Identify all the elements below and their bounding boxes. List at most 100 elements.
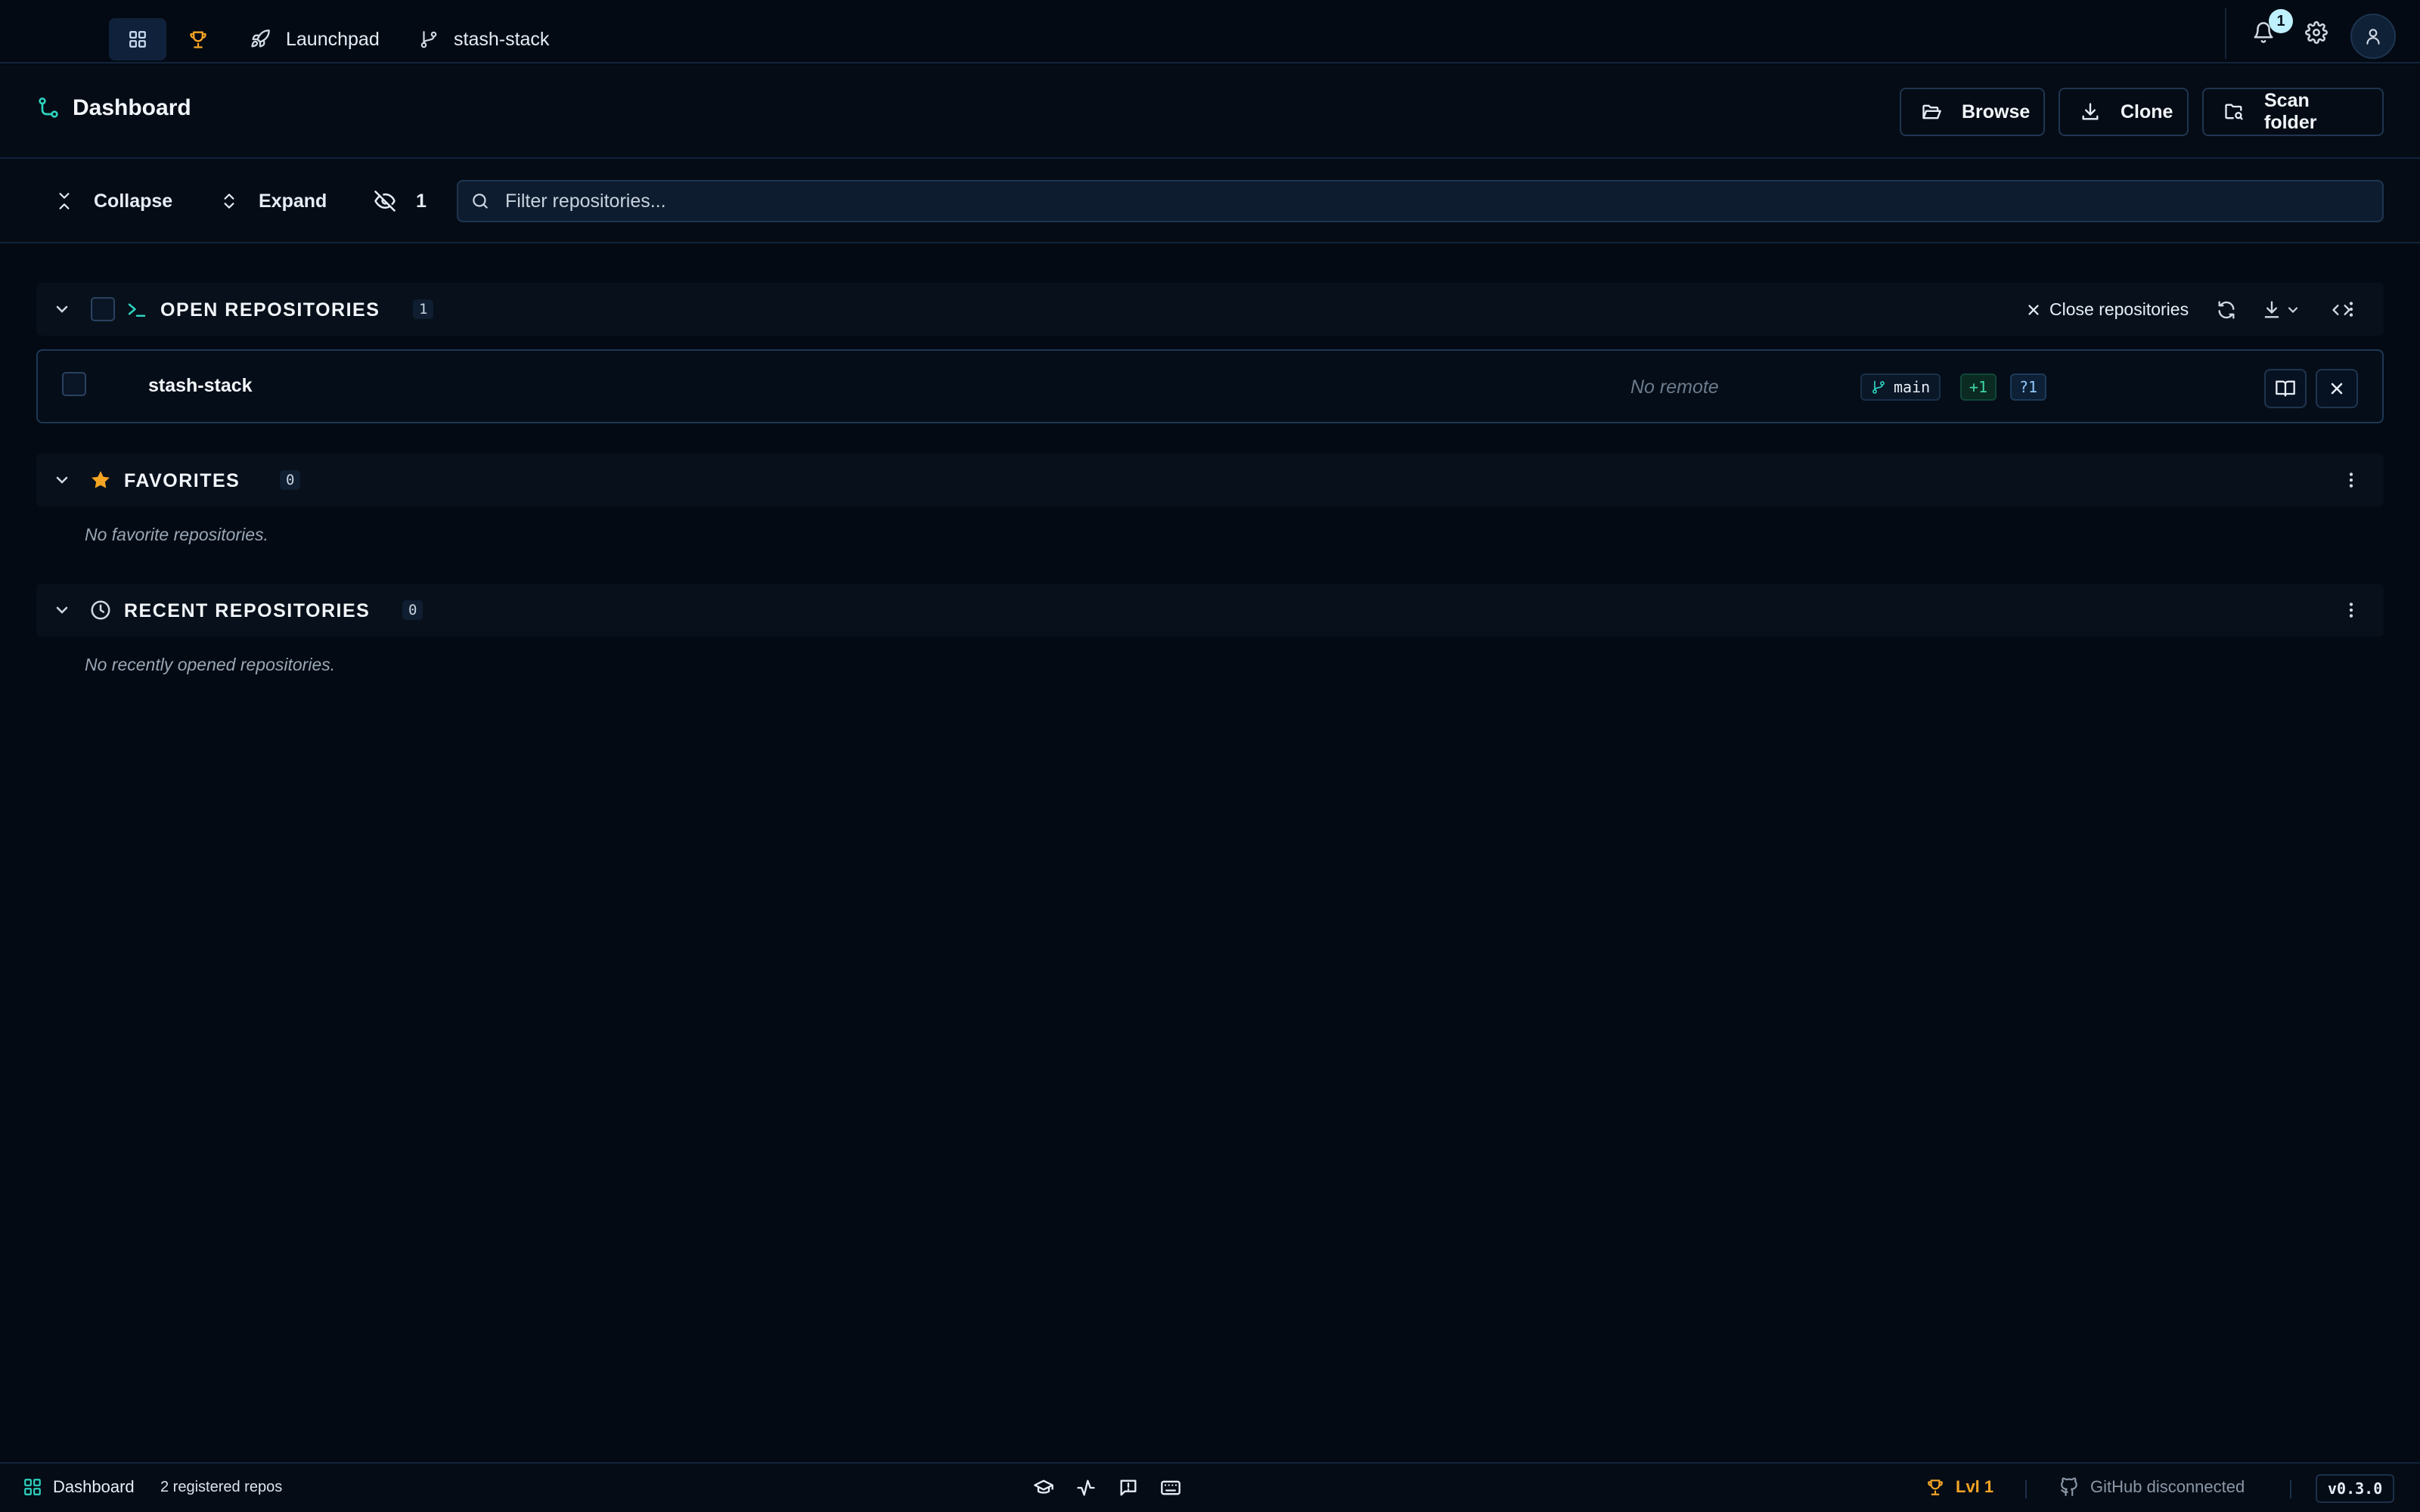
favorites-title: FAVORITES <box>124 470 240 491</box>
page-title: Dashboard <box>73 95 191 120</box>
user-icon <box>2363 26 2383 46</box>
graduation-cap-icon[interactable] <box>1033 1477 1054 1498</box>
notification-count-badge: 1 <box>2269 9 2293 33</box>
tab-repo-label: stash-stack <box>454 28 550 50</box>
close-icon <box>2025 302 2042 318</box>
recent-empty-message: No recently opened repositories. <box>85 655 336 674</box>
version-badge: v0.3.0 <box>2316 1474 2395 1503</box>
collapse-icon <box>54 191 74 211</box>
close-icon <box>2328 380 2346 398</box>
trophy-icon <box>188 29 209 50</box>
chevron-down-icon[interactable] <box>2285 302 2301 318</box>
rocket-icon <box>250 29 271 50</box>
close-repositories-label: Close repositories <box>2049 299 2189 319</box>
folder-open-icon <box>1921 101 1942 122</box>
github-status-label: GitHub disconnected <box>2090 1477 2245 1496</box>
download-icon <box>2080 101 2101 122</box>
collapse-all-button[interactable]: Collapse <box>54 186 172 216</box>
tab-launchpad[interactable]: Launchpad <box>247 18 383 60</box>
level-indicator[interactable]: Lvl 1 <box>1925 1477 1993 1497</box>
favorites-section-header[interactable]: FAVORITES 0 <box>36 454 2384 507</box>
feedback-icon[interactable] <box>1118 1477 1139 1498</box>
settings-button[interactable] <box>2305 21 2332 48</box>
terminal-icon <box>126 298 148 321</box>
more-vertical-icon[interactable] <box>2341 600 2361 620</box>
status-page-label: Dashboard <box>53 1477 135 1496</box>
activity-icon[interactable] <box>1075 1477 1097 1498</box>
collapse-label: Collapse <box>94 190 173 212</box>
eye-off-icon <box>374 190 396 212</box>
expand-all-button[interactable]: Expand <box>219 186 327 216</box>
git-commit-icon <box>36 96 60 120</box>
repo-row[interactable]: stash-stack No remote main +1 ?1 <box>36 349 2384 423</box>
repo-remote-status: No remote <box>1630 376 1719 398</box>
branch-name: main <box>1894 378 1931 396</box>
hidden-repos-toggle[interactable]: 1 <box>374 186 427 216</box>
tab-launchpad-label: Launchpad <box>286 28 380 50</box>
tab-dashboard[interactable] <box>109 18 166 60</box>
registered-repos-count: 2 registered repos <box>160 1479 283 1495</box>
book-open-icon <box>2275 378 2296 399</box>
star-icon <box>89 469 112 491</box>
recent-repositories-count: 0 <box>402 600 424 620</box>
open-repo-button[interactable] <box>2264 369 2307 408</box>
favorites-count: 0 <box>280 470 301 490</box>
clock-icon <box>89 599 112 621</box>
chevron-down-icon[interactable] <box>53 601 71 619</box>
page-title-group: Dashboard <box>36 95 191 121</box>
keyboard-icon[interactable] <box>1160 1477 1181 1498</box>
top-nav-bar: Launchpad stash-stack 1 <box>0 0 2420 64</box>
more-vertical-icon[interactable] <box>2341 299 2361 319</box>
status-bar: Dashboard 2 registered repos Lvl 1 GitHu… <box>0 1462 2420 1512</box>
github-status[interactable]: GitHub disconnected <box>2060 1477 2245 1497</box>
scan-folder-label: Scan folder <box>2264 90 2317 133</box>
tab-achievements[interactable] <box>182 18 215 60</box>
open-repositories-section-header[interactable]: OPEN REPOSITORIES 1 Close repositories <box>36 283 2384 336</box>
expand-label: Expand <box>259 190 327 212</box>
chevron-down-icon[interactable] <box>53 471 71 489</box>
git-branch-icon <box>1871 380 1886 395</box>
browse-label: Browse <box>1962 101 2031 122</box>
level-label: Lvl 1 <box>1956 1477 1994 1496</box>
github-icon <box>2060 1477 2080 1497</box>
pull-all-download-icon[interactable] <box>2261 299 2282 321</box>
tab-repo-stash-stack[interactable]: stash-stack <box>416 18 552 60</box>
repo-select-checkbox[interactable] <box>62 372 86 396</box>
gear-icon <box>2305 21 2332 44</box>
dashboard-grid-icon <box>23 1477 42 1497</box>
browse-button[interactable]: Browse <box>1900 88 2045 136</box>
recent-repositories-section-header[interactable]: RECENT REPOSITORIES 0 <box>36 584 2384 637</box>
favorites-empty-message: No favorite repositories. <box>85 525 268 544</box>
open-repositories-count: 1 <box>413 299 434 319</box>
filter-repositories-field[interactable] <box>457 180 2384 222</box>
untracked-count-badge: ?1 <box>2010 373 2047 401</box>
clone-button[interactable]: Clone <box>2059 88 2189 136</box>
select-all-open-checkbox[interactable] <box>91 297 115 321</box>
repo-name[interactable]: stash-stack <box>148 375 253 397</box>
clone-label: Clone <box>2121 101 2173 122</box>
refresh-icon[interactable] <box>2216 299 2237 321</box>
status-page-indicator[interactable]: Dashboard <box>23 1477 135 1497</box>
more-vertical-icon[interactable] <box>2341 470 2361 490</box>
hidden-count: 1 <box>416 190 427 212</box>
recent-repositories-title: RECENT REPOSITORIES <box>124 600 371 621</box>
chevron-down-icon[interactable] <box>53 300 71 318</box>
close-repositories-button[interactable]: Close repositories <box>2025 299 2189 320</box>
repo-toolbar: Collapse Expand 1 <box>0 159 2420 243</box>
filter-repositories-input[interactable] <box>505 190 2320 212</box>
status-separator <box>2290 1480 2291 1498</box>
folder-search-icon <box>2223 101 2245 122</box>
user-avatar-button[interactable] <box>2350 14 2396 59</box>
search-icon <box>470 191 490 211</box>
topbar-divider <box>2225 8 2226 59</box>
scan-folder-button[interactable]: Scan folder <box>2202 88 2384 136</box>
added-count-badge: +1 <box>1960 373 1997 401</box>
expand-icon <box>219 191 239 211</box>
close-repo-button[interactable] <box>2316 369 2358 408</box>
branch-badge: main <box>1860 373 1941 401</box>
open-repositories-title: OPEN REPOSITORIES <box>160 299 380 321</box>
git-branch-icon <box>419 29 439 49</box>
page-header: Dashboard Browse Clone Scan folder <box>0 65 2420 159</box>
status-separator <box>2025 1480 2027 1498</box>
dashboard-grid-icon <box>128 29 147 49</box>
